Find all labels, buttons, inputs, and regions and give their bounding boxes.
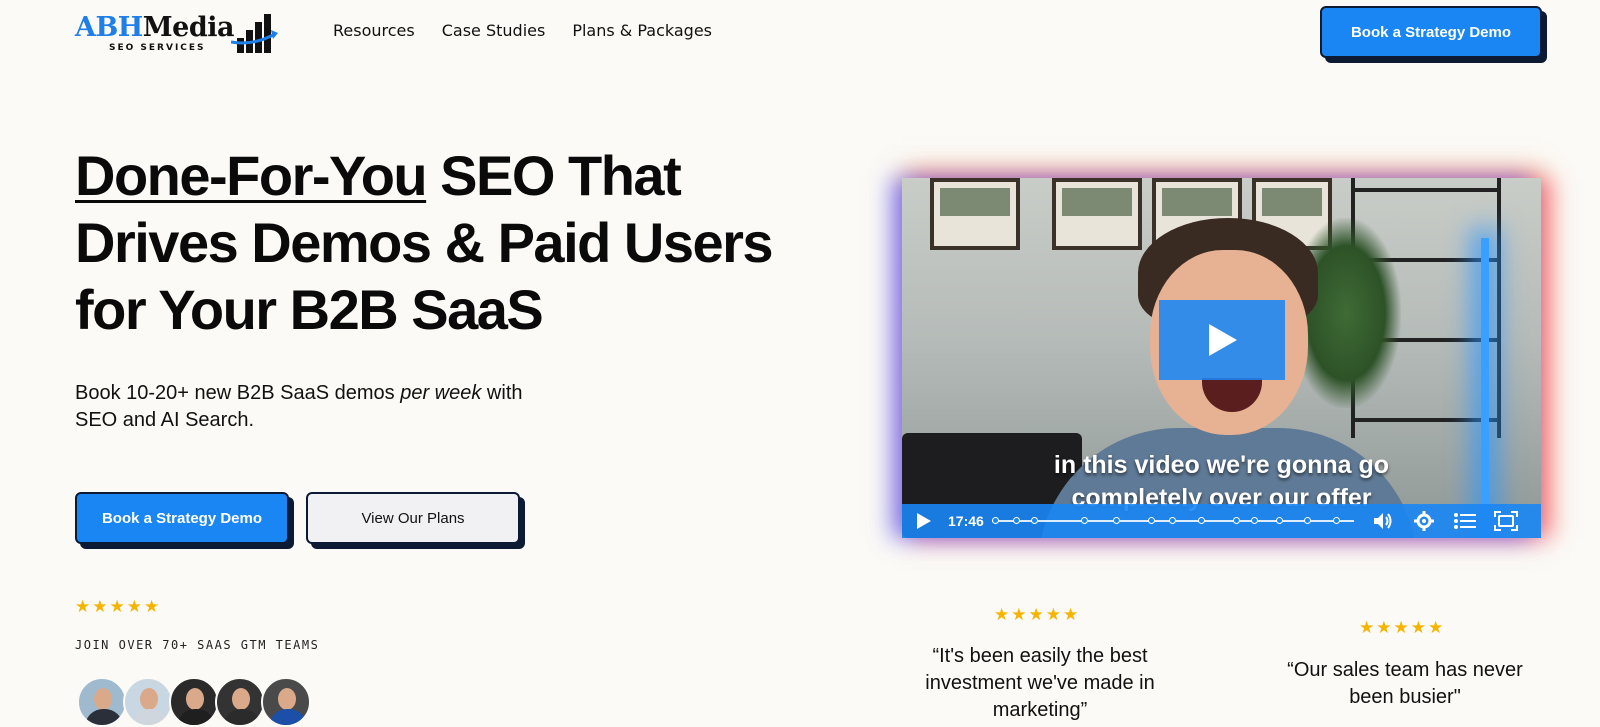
video-time: 17:46: [948, 513, 984, 529]
settings-icon[interactable]: [1412, 509, 1436, 533]
video-progress-bar[interactable]: [991, 516, 1354, 526]
testimonial-quote: “Our sales team has never been busier": [1287, 659, 1523, 708]
hero-subtitle: Book 10-20+ new B2B SaaS demos per week …: [75, 382, 523, 431]
chapter-marker[interactable]: [1233, 517, 1241, 524]
chapter-marker[interactable]: [1169, 517, 1177, 524]
chapter-marker[interactable]: [1030, 517, 1038, 524]
site-header: ABHMedia SEO SERVICES Resources Case Stu…: [0, 0, 1600, 72]
control-play-icon[interactable]: [916, 511, 936, 531]
avatar: [169, 677, 219, 727]
chapter-marker[interactable]: [1197, 517, 1205, 524]
volume-icon[interactable]: [1371, 509, 1395, 533]
avatar: [123, 677, 173, 727]
video-player[interactable]: in this video we're gonna go completely …: [902, 178, 1541, 538]
testimonial-quote: “It's been easily the best investment we…: [925, 645, 1155, 721]
wall-frame: [1052, 178, 1142, 250]
chapter-marker[interactable]: [991, 517, 999, 524]
chapter-marker[interactable]: [1013, 517, 1021, 524]
testimonial-stars: ★★★★★: [1359, 618, 1446, 638]
chapter-marker[interactable]: [1250, 517, 1258, 524]
wall-frame: [930, 178, 1020, 250]
view-plans-button[interactable]: View Our Plans: [306, 492, 520, 544]
header-book-demo-button[interactable]: Book a Strategy Demo: [1320, 6, 1542, 58]
video-play-button[interactable]: [1159, 300, 1285, 380]
testimonial-stars: ★★★★★: [994, 605, 1081, 625]
logo-tagline: SEO SERVICES: [109, 43, 206, 53]
chapter-marker[interactable]: [1080, 517, 1088, 524]
hero-book-demo-button[interactable]: Book a Strategy Demo: [75, 492, 289, 544]
bar-chart-icon: [231, 14, 278, 53]
hero-title: Done-For-You SEO That Drives Demos & Pai…: [75, 144, 774, 341]
avatar: [261, 677, 311, 727]
nav-resources[interactable]: Resources: [333, 21, 415, 40]
hero-title-underlined: Done-For-You: [75, 144, 428, 207]
chapters-icon[interactable]: [1453, 509, 1477, 533]
logo-wordmark: ABHMedia: [75, 12, 234, 43]
nav-plans-packages[interactable]: Plans & Packages: [572, 21, 712, 40]
chapter-marker[interactable]: [1304, 517, 1312, 524]
play-icon: [1209, 324, 1237, 356]
nav-case-studies[interactable]: Case Studies: [442, 21, 546, 40]
chapter-marker[interactable]: [1275, 517, 1283, 524]
chapter-marker[interactable]: [1332, 517, 1340, 524]
avatar: [215, 677, 265, 727]
video-controls: 17:46: [902, 504, 1541, 538]
chapter-marker[interactable]: [1148, 517, 1155, 524]
rating-stars: ★★★★★: [75, 597, 162, 617]
customer-avatars: [77, 677, 311, 727]
avatar: [77, 677, 127, 727]
social-proof-text: JOIN OVER 70+ SAAS GTM TEAMS: [75, 638, 320, 652]
chapter-marker[interactable]: [1112, 517, 1120, 524]
main-nav: Resources Case Studies Plans & Packages: [333, 21, 712, 40]
brand-logo[interactable]: ABHMedia SEO SERVICES: [75, 10, 285, 58]
fullscreen-icon[interactable]: [1493, 509, 1518, 533]
